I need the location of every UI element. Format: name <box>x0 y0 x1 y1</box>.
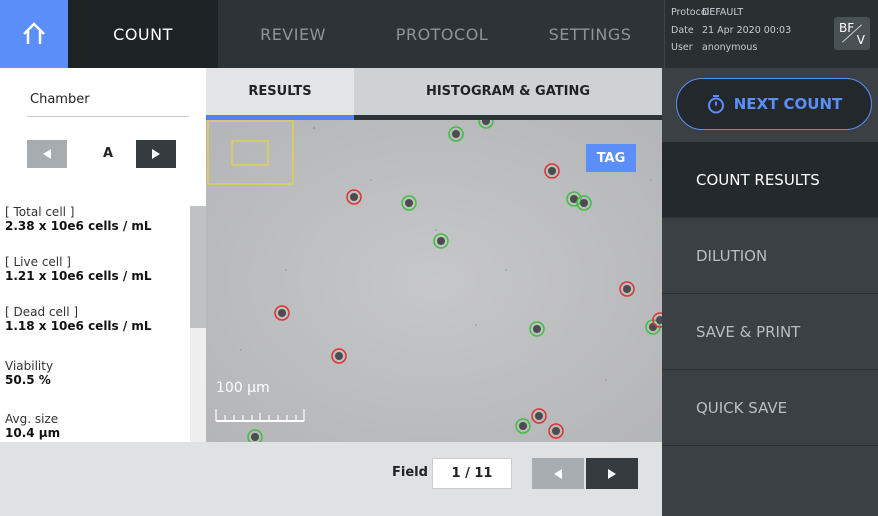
result-value: 1.21 x 10e6 cells / mL <box>5 269 152 283</box>
result-value: 50.5 % <box>5 373 51 387</box>
tab-review-label: REVIEW <box>260 24 326 44</box>
result-value: 10.4 μm <box>5 426 61 440</box>
result-dead-cell: [ Dead cell ] 1.18 x 10e6 cells / mL <box>5 305 190 333</box>
tab-protocol[interactable]: PROTOCOL <box>368 0 516 68</box>
tab-protocol-label: PROTOCOL <box>395 24 489 44</box>
result-total-cell: [ Total cell ] 2.38 x 10e6 cells / mL <box>5 205 190 233</box>
menu-save-print[interactable]: SAVE & PRINT <box>662 294 878 370</box>
field-prev-button[interactable] <box>532 458 584 489</box>
triangle-left-icon <box>554 468 562 479</box>
scale-bar <box>215 409 305 422</box>
field-value: 1 / 11 <box>432 458 512 489</box>
menu-count-results[interactable]: COUNT RESULTS <box>662 142 878 218</box>
tab-settings[interactable]: SETTINGS <box>516 0 664 68</box>
result-viability: Viability 50.5 % <box>5 359 190 387</box>
triangle-right-icon <box>152 149 160 159</box>
stopwatch-icon <box>707 95 724 114</box>
triangle-left-icon <box>43 149 51 159</box>
triangle-right-icon <box>608 468 616 479</box>
menu-quick-save[interactable]: QUICK SAVE <box>662 370 878 446</box>
results-panel: Chamber A [ Total cell ] 2.38 x 10e6 cel… <box>0 68 206 442</box>
chamber-value: A <box>102 146 114 161</box>
menu-save-print-label: SAVE & PRINT <box>696 322 801 341</box>
result-value: 1.18 x 10e6 cells / mL <box>5 319 152 333</box>
date-value: 21 Apr 2020 00:03 <box>702 25 792 36</box>
protocol-value: DEFAULT <box>702 7 744 18</box>
result-label: [ Live cell ] <box>5 255 71 269</box>
tab-count[interactable]: COUNT <box>68 0 218 68</box>
next-count-button[interactable]: NEXT COUNT <box>676 78 872 130</box>
result-value: 2.38 x 10e6 cells / mL <box>5 219 152 233</box>
tag-label: TAG <box>596 150 626 166</box>
user-value: anonymous <box>702 42 758 53</box>
menu-quick-save-label: QUICK SAVE <box>696 398 788 417</box>
tab-settings-label: SETTINGS <box>548 24 632 44</box>
field-label: Field <box>392 465 428 480</box>
bf-v-mode-toggle[interactable]: BF V <box>834 17 870 50</box>
top-bar: COUNT REVIEW PROTOCOL SETTINGS Protocol D… <box>0 0 878 68</box>
tab-results-label: RESULTS <box>248 84 312 99</box>
tab-histogram-gating[interactable]: HISTOGRAM & GATING <box>354 68 662 115</box>
result-label: [ Dead cell ] <box>5 305 79 319</box>
field-value-text: 1 / 11 <box>451 466 493 481</box>
menu-dilution-label: DILUTION <box>696 246 768 265</box>
result-avg-size: Avg. size 10.4 μm <box>5 412 190 440</box>
chamber-prev-button[interactable] <box>27 140 67 168</box>
home-icon <box>23 22 45 44</box>
menu-dilution[interactable]: DILUTION <box>662 218 878 294</box>
scale-bar-label: 100 μm <box>216 380 270 396</box>
protocol-key: Protocol <box>671 7 710 18</box>
field-next-button[interactable] <box>586 458 638 489</box>
user-key: User <box>671 42 693 53</box>
date-key: Date <box>671 25 694 36</box>
chamber-label: Chamber <box>30 92 90 107</box>
menu-count-results-label: COUNT RESULTS <box>696 170 820 189</box>
chamber-next-button[interactable] <box>136 140 176 168</box>
mode-v-label: V <box>856 33 865 47</box>
tab-review[interactable]: REVIEW <box>218 0 368 68</box>
home-button[interactable] <box>0 0 68 68</box>
chamber-divider <box>27 116 189 117</box>
result-live-cell: [ Live cell ] 1.21 x 10e6 cells / mL <box>5 255 190 283</box>
next-count-label: NEXT COUNT <box>733 95 843 113</box>
tab-count-label: COUNT <box>113 24 173 44</box>
result-label: [ Total cell ] <box>5 205 75 219</box>
tab-histogram-label: HISTOGRAM & GATING <box>425 84 591 99</box>
tab-results[interactable]: RESULTS <box>206 68 354 115</box>
result-label: Avg. size <box>5 412 59 426</box>
results-scrollbar-thumb[interactable] <box>190 206 206 328</box>
tag-button[interactable]: TAG <box>586 144 636 172</box>
result-label: Viability <box>5 359 54 373</box>
